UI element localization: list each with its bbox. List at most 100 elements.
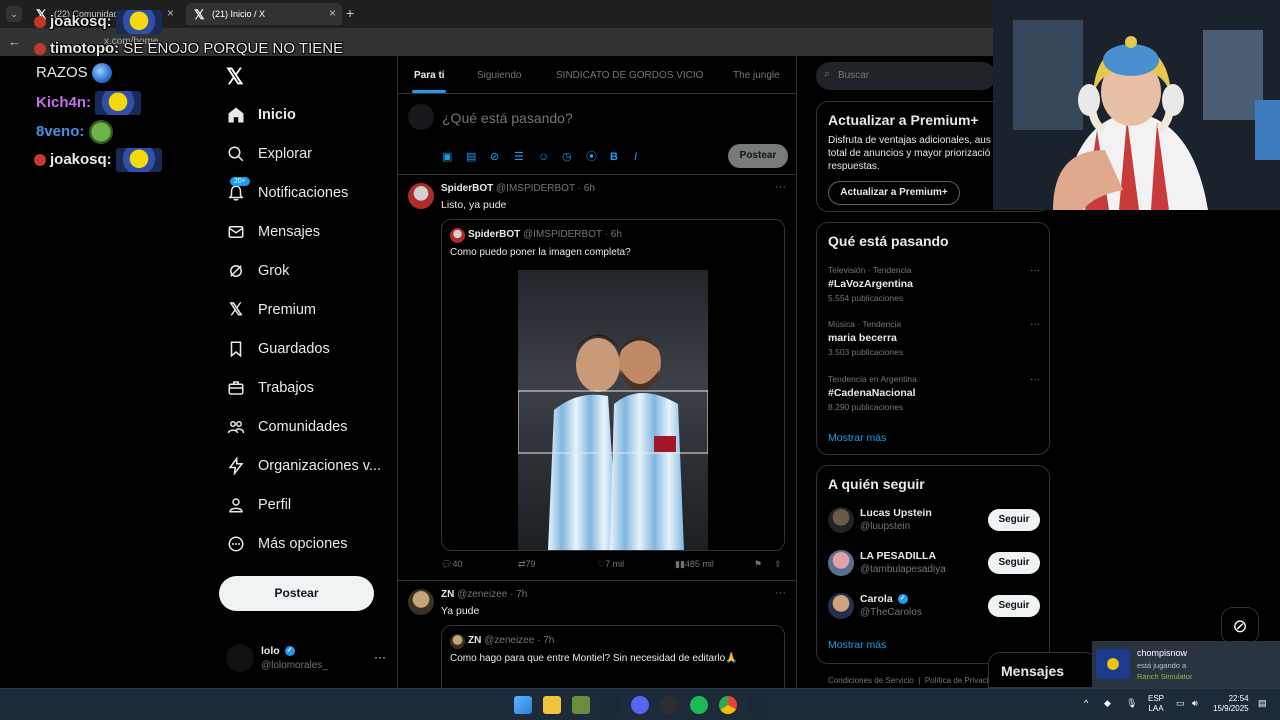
grok-floating-button[interactable]: ⊘ xyxy=(1221,607,1259,645)
post-button[interactable]: Postear xyxy=(219,576,374,611)
volume-icon[interactable]: 🔊︎ xyxy=(1192,698,1198,709)
close-icon[interactable]: × xyxy=(167,6,174,20)
obs-icon[interactable] xyxy=(660,696,678,714)
more-icon[interactable]: ··· xyxy=(1030,265,1040,276)
nav-item-premium[interactable]: 𝕏 Premium xyxy=(226,295,316,325)
chrome-icon[interactable] xyxy=(719,696,737,714)
poll-icon[interactable]: ☰ xyxy=(514,150,538,163)
x-logo-icon[interactable]: 𝕏 xyxy=(226,64,244,90)
browser-tab-inicio[interactable]: 𝕏 (21) Inicio / X × xyxy=(186,3,342,25)
messages-drawer[interactable]: Mensajes xyxy=(988,652,1098,688)
trend-item[interactable]: Música · Tendencia maria becerra 3.503 p… xyxy=(828,319,1040,357)
steam-icon[interactable] xyxy=(601,696,619,714)
schedule-icon[interactable]: ◷ xyxy=(562,150,586,163)
tray-chevron-icon[interactable]: ^ xyxy=(1084,698,1088,708)
more-icon[interactable]: ··· xyxy=(374,650,386,664)
more-icon[interactable]: ··· xyxy=(775,181,786,193)
quoted-tweet[interactable]: ZN @zeneizee · 7h Como hago para que ent… xyxy=(441,625,785,688)
quote-image[interactable] xyxy=(518,270,708,550)
compose-input[interactable]: ¿Qué está pasando? xyxy=(442,110,573,126)
tweet[interactable]: ZN @zeneizee · 7h ··· Ya pude ZN @zeneiz… xyxy=(398,581,796,688)
follow-show-more-link[interactable]: Mostrar más xyxy=(828,639,886,651)
nav-item-inicio[interactable]: Inicio xyxy=(226,100,296,130)
avatar[interactable] xyxy=(408,183,434,209)
tweet-author[interactable]: SpiderBOT xyxy=(441,183,493,194)
image-icon[interactable]: ▣ xyxy=(442,150,466,163)
language-indicator[interactable]: ESP LAA xyxy=(1148,694,1164,714)
tweet-handle[interactable]: @zeneizee xyxy=(457,589,507,600)
tweet-time[interactable]: 6h xyxy=(584,183,595,194)
trend-item[interactable]: Televisión · Tendencia #LaVozArgentina 5… xyxy=(828,265,1040,303)
windows-start-icon[interactable] xyxy=(514,696,532,714)
emoji-icon[interactable]: ☺ xyxy=(538,151,562,163)
tab-the-jungle[interactable]: The jungle xyxy=(733,70,780,81)
follow-button[interactable]: Seguir xyxy=(988,509,1040,531)
nav-item-guardados[interactable]: Guardados xyxy=(226,334,330,364)
tweet-handle[interactable]: @IMSPIDERBOT xyxy=(496,183,575,194)
follow-suggestion[interactable]: LA PESADILLA @tambulapesadiya Seguir xyxy=(828,548,1040,580)
tab-siguiendo[interactable]: Siguiendo xyxy=(477,70,521,81)
nav-item-perfil[interactable]: Perfil xyxy=(226,490,291,520)
bookmark-icon[interactable]: ⚑ xyxy=(754,559,762,570)
clock[interactable]: 22:54 15/9/2025 xyxy=(1213,694,1249,714)
chat-user: Kich4n: xyxy=(36,93,92,111)
microphone-icon[interactable]: 🎙︎ xyxy=(1126,698,1137,709)
compose-post-button[interactable]: Postear xyxy=(728,144,788,168)
nav-item-comunidades[interactable]: Comunidades xyxy=(226,412,347,442)
steam-icon[interactable] xyxy=(749,696,767,714)
new-tab-button[interactable]: + xyxy=(346,5,354,21)
location-icon[interactable]: ⦿ xyxy=(586,148,610,164)
bold-icon[interactable]: B xyxy=(610,151,634,163)
grok-icon[interactable]: ⊘ xyxy=(490,150,514,163)
follow-button[interactable]: Seguir xyxy=(988,595,1040,617)
notification-bell-icon[interactable]: ▤ xyxy=(1258,698,1267,709)
bookmark-icon xyxy=(226,339,246,359)
more-icon[interactable]: ··· xyxy=(1030,374,1040,385)
tweet-time[interactable]: 7h xyxy=(516,589,527,600)
repost-button[interactable]: ⇄ 79 xyxy=(518,559,536,570)
nav-item-trabajos[interactable]: Trabajos xyxy=(226,373,314,403)
tweet-author[interactable]: ZN xyxy=(441,589,454,600)
more-icon[interactable]: ··· xyxy=(1030,319,1040,330)
follow-button[interactable]: Seguir xyxy=(988,552,1040,574)
spotify-icon[interactable] xyxy=(690,696,708,714)
nav-item-explorar[interactable]: Explorar xyxy=(226,139,312,169)
nav-item-mensajes[interactable]: Mensajes xyxy=(226,217,320,247)
more-circle-icon xyxy=(226,534,246,554)
tray-app-icon[interactable]: ◆ xyxy=(1104,698,1111,709)
tab-search-button[interactable]: ⌄ xyxy=(6,6,22,22)
account-switcher[interactable]: lolo ✓ @lolomorales_ ··· xyxy=(226,644,386,676)
gif-icon[interactable]: ▤ xyxy=(466,150,490,163)
views-button[interactable]: ▮▮ 485 mil xyxy=(675,559,714,570)
more-icon[interactable]: ··· xyxy=(775,587,786,599)
quoted-tweet[interactable]: SpiderBOT @IMSPIDERBOT · 6h Como puedo p… xyxy=(441,219,785,551)
discord-icon[interactable] xyxy=(631,696,649,714)
file-explorer-icon[interactable] xyxy=(543,696,561,714)
friend-game: Ranch Simulator xyxy=(1137,672,1193,681)
steam-notification[interactable]: chompisnow está jugando a Ranch Simulato… xyxy=(1092,641,1280,688)
suggestion-handle: @TheCarolos xyxy=(860,607,922,618)
share-icon[interactable]: ⇪ xyxy=(774,559,782,570)
trends-show-more-link[interactable]: Mostrar más xyxy=(828,432,886,444)
close-icon[interactable]: × xyxy=(329,6,336,20)
back-arrow-icon[interactable]: ← xyxy=(8,34,21,49)
follow-suggestion[interactable]: Lucas Upstein @luupstein Seguir xyxy=(828,505,1040,537)
italic-icon[interactable]: I xyxy=(634,151,658,163)
nav-item-organizaciones[interactable]: Organizaciones v... xyxy=(226,451,381,481)
tweet[interactable]: SpiderBOT @IMSPIDERBOT · 6h ··· Listo, y… xyxy=(398,175,796,581)
trend-item[interactable]: Tendencia en Argentina #CadenaNacional 8… xyxy=(828,374,1040,412)
tab-para-ti[interactable]: Para ti xyxy=(414,70,445,81)
nav-item-mas-opciones[interactable]: Más opciones xyxy=(226,529,347,559)
nav-item-notificaciones[interactable]: 20+ Notificaciones xyxy=(226,177,348,208)
avatar[interactable] xyxy=(408,589,434,615)
like-button[interactable]: ♡ 7 mil xyxy=(597,559,624,570)
tab-sindicato[interactable]: SINDICATO DE GORDOS VICIO xyxy=(556,70,703,81)
upgrade-premium-button[interactable]: Actualizar a Premium+ xyxy=(828,181,960,205)
reply-button[interactable]: 💬︎ 40 xyxy=(441,559,462,570)
minecraft-icon[interactable] xyxy=(572,696,590,714)
follow-suggestion[interactable]: Carola ✓ @TheCarolos Seguir xyxy=(828,591,1040,623)
network-icon[interactable]: ▭ xyxy=(1176,698,1185,709)
terms-link[interactable]: Condiciones de Servicio xyxy=(828,676,914,685)
search-input[interactable]: ⌕ Buscar xyxy=(816,62,996,90)
nav-item-grok[interactable]: Grok xyxy=(226,256,289,286)
